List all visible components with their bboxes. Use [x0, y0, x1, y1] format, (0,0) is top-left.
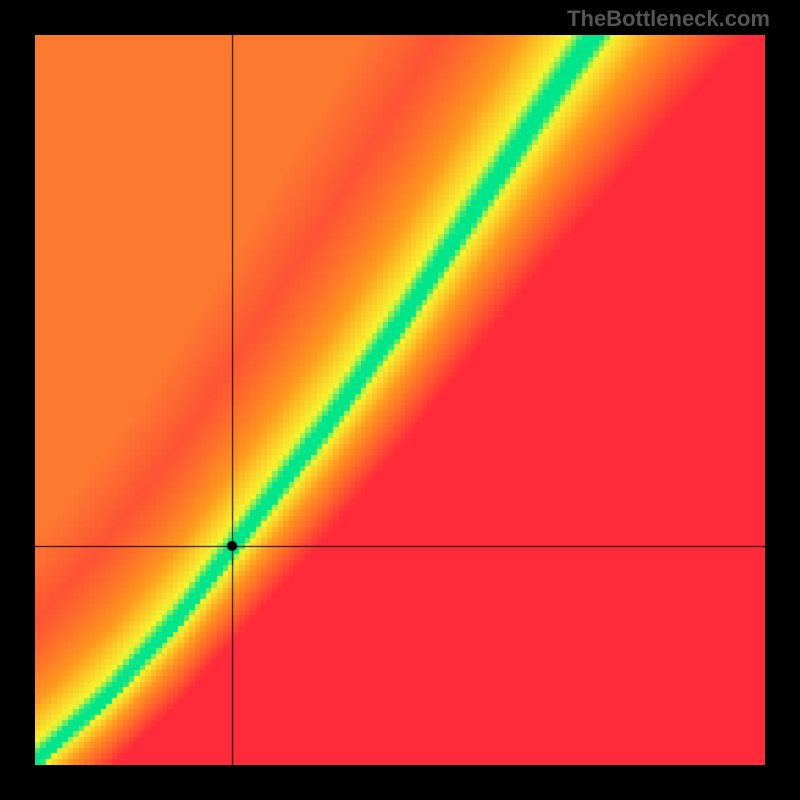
watermark-text: TheBottleneck.com: [567, 6, 770, 32]
chart-container: TheBottleneck.com: [0, 0, 800, 800]
bottleneck-heatmap: [35, 35, 765, 765]
